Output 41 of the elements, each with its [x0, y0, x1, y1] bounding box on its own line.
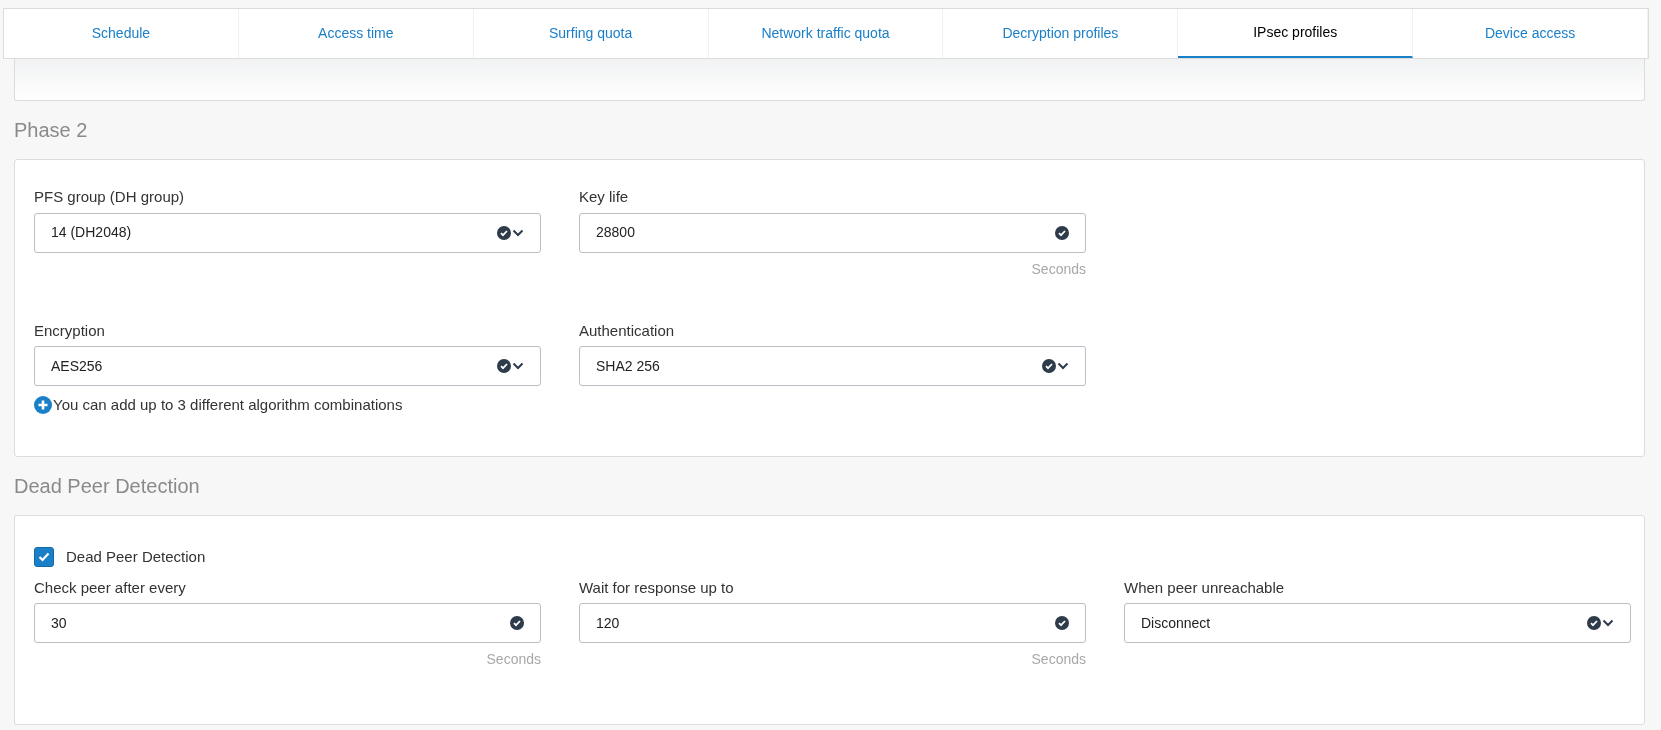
select-field[interactable]: Disconnect [1124, 603, 1631, 643]
input-field[interactable]: 120 [579, 603, 1086, 643]
tab[interactable]: Decryption profiles [943, 9, 1179, 58]
chevron-down-icon [512, 228, 524, 237]
field-label: When peer unreachable [1124, 577, 1286, 598]
select-field[interactable]: 14 (DH2048) [34, 212, 541, 253]
field-label: Encryption [34, 320, 106, 341]
section-heading: Dead Peer Detection [14, 474, 201, 499]
chevron-down-icon [512, 362, 524, 370]
select-field[interactable]: AES256 [34, 346, 541, 386]
input-field[interactable]: 30 [34, 603, 541, 643]
chevron-down-icon [1602, 619, 1614, 627]
chevron-down-icon [1057, 362, 1069, 370]
field-label: PFS group (DH group) [34, 187, 186, 207]
select-field[interactable]: SHA2 256 [579, 346, 1086, 386]
field-label: Authentication [579, 320, 676, 341]
checkmark-icon [38, 552, 50, 563]
check-circle-icon [497, 359, 511, 373]
tab[interactable]: Network traffic quota [708, 9, 944, 58]
note-text: You can add up to 3 different algorithm combinations [53, 395, 403, 415]
field-label: Wait for response up to [579, 577, 735, 598]
check-circle-icon [1587, 616, 1601, 630]
tab[interactable]: Device access [1413, 9, 1648, 58]
checkbox-label: Dead Peer Detection [66, 547, 206, 567]
check-circle-icon [1055, 616, 1069, 630]
tab[interactable]: Access time [238, 9, 474, 58]
field-label: Check peer after every [34, 577, 187, 598]
unit-label: Seconds [1031, 650, 1086, 669]
input-field[interactable]: 28800 [579, 212, 1086, 253]
plus-circle-icon[interactable] [34, 396, 52, 415]
field-label: Key life [579, 187, 630, 207]
checkbox[interactable] [34, 547, 54, 568]
unit-label: Seconds [1031, 259, 1086, 279]
check-circle-icon [497, 225, 511, 240]
section-heading: Phase 2 [14, 118, 89, 143]
tab[interactable]: Surfing quota [473, 9, 709, 58]
check-circle-icon [1055, 225, 1069, 240]
check-circle-icon [1042, 359, 1056, 373]
tab[interactable]: Schedule [4, 9, 239, 58]
check-circle-icon [510, 616, 524, 630]
unit-label: Seconds [486, 650, 541, 669]
